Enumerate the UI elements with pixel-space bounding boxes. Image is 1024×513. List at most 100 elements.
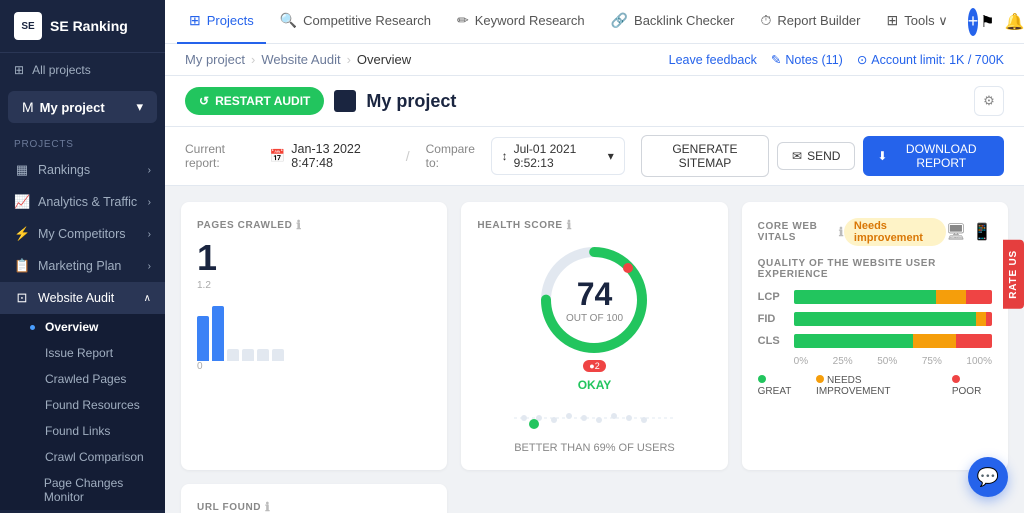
- cls-red: [956, 334, 992, 348]
- legend-poor: POOR: [952, 375, 992, 397]
- tab-projects[interactable]: ⊞ Projects: [177, 0, 266, 44]
- health-score-card: HEALTH SCORE ℹ 74: [461, 202, 727, 470]
- logo-area: SE SE Ranking: [0, 0, 165, 53]
- url-found-title: URL FOUND ℹ: [197, 500, 431, 513]
- rate-us-tab[interactable]: RATE US: [1003, 240, 1024, 309]
- fid-label: FID: [758, 313, 786, 325]
- sidebar-item-rankings[interactable]: ▦ Rankings ›: [0, 154, 165, 186]
- info-icon: ℹ: [567, 218, 572, 232]
- bar-2: [212, 306, 224, 361]
- bar-6: [272, 349, 284, 361]
- logo-icon: SE: [14, 12, 42, 40]
- page-header: ↺ RESTART AUDIT My project ⚙: [165, 76, 1024, 127]
- vitals-title-row: CORE WEB VITALS ℹ Needs improvement 🖥 📱: [758, 218, 992, 246]
- competitors-icon: ⚡: [14, 226, 30, 242]
- pages-crawled-value: 1: [197, 240, 431, 276]
- chat-icon: 💬: [977, 467, 999, 488]
- chat-fab-button[interactable]: 💬: [968, 457, 1008, 497]
- breadcrumb-audit[interactable]: Website Audit: [261, 52, 340, 67]
- rate-us-label[interactable]: RATE US: [1003, 240, 1024, 309]
- leave-feedback-link[interactable]: Leave feedback: [669, 53, 757, 67]
- tab-tools[interactable]: ⊞ Tools ∨: [875, 0, 960, 44]
- send-icon: ✉: [792, 149, 802, 163]
- page-title: My project: [366, 91, 456, 112]
- edit-icon: ✎: [771, 52, 781, 67]
- breadcrumb: My project › Website Audit › Overview: [185, 52, 411, 67]
- fid-bar: [794, 312, 992, 326]
- notes-link[interactable]: ✎ Notes (11): [771, 52, 843, 67]
- marketing-icon: 📋: [14, 258, 30, 274]
- report-bar: Current report: 📅 Jan-13 2022 8:47:48 / …: [165, 127, 1024, 186]
- sidebar-sub-found-links[interactable]: Found Links: [0, 418, 165, 444]
- project-selector[interactable]: M My project ▾: [8, 91, 157, 123]
- lcp-red: [966, 290, 992, 304]
- compare-date-select[interactable]: ↕ Jul-01 2021 9:52:13 ▾: [491, 137, 625, 175]
- calendar-icon: 📅: [270, 149, 286, 164]
- better-than-label: BETTER THAN 69% OF USERS: [514, 442, 675, 454]
- notifications-bell[interactable]: 🔔: [1005, 12, 1024, 32]
- sidebar-sub-overview[interactable]: Overview: [0, 314, 165, 340]
- analytics-icon: 📈: [14, 194, 30, 210]
- main-content: ⊞ Projects 🔍 Competitive Research ✏ Keyw…: [165, 0, 1024, 513]
- sidebar-sub-found-resources[interactable]: Found Resources: [0, 392, 165, 418]
- info-icon: ⊙: [857, 52, 867, 67]
- app-name: SE Ranking: [50, 18, 128, 34]
- settings-button[interactable]: ⚙: [974, 86, 1004, 116]
- great-dot: [758, 375, 766, 383]
- competitive-tab-icon: 🔍: [280, 12, 297, 29]
- add-tab-button[interactable]: +: [968, 8, 979, 36]
- sidebar-item-marketing[interactable]: 📋 Marketing Plan ›: [0, 250, 165, 282]
- cls-yellow: [913, 334, 957, 348]
- sidebar-sub-issue-report[interactable]: Issue Report: [0, 340, 165, 366]
- legend-great: GREAT: [758, 375, 802, 397]
- page-header-left: ↺ RESTART AUDIT My project: [185, 87, 456, 115]
- topnav-right-area: ⚑ 🔔 $49,955 AT: [980, 8, 1024, 36]
- tab-report[interactable]: ⏱ Report Builder: [748, 0, 872, 44]
- lcp-bar-row: LCP: [758, 290, 992, 304]
- needs-improvement-dot: [816, 375, 824, 383]
- active-dot: [30, 325, 35, 330]
- donut-center-text: 74 OUT OF 100: [566, 276, 623, 324]
- url-found-card: URL FOUND ℹ 1,170 +64 1600: [181, 484, 447, 513]
- pages-crawled-card: PAGES CRAWLED ℹ 1 1.2 0: [181, 202, 447, 470]
- cls-bar-row: CLS: [758, 334, 992, 348]
- audit-submenu: Overview Issue Report Crawled Pages Foun…: [0, 314, 165, 510]
- restart-audit-button[interactable]: ↺ RESTART AUDIT: [185, 87, 324, 115]
- compare-date-icon: ↕: [502, 149, 508, 163]
- dot-count-area: ●2: [583, 360, 605, 372]
- sidebar-sub-crawled-pages[interactable]: Crawled Pages: [0, 366, 165, 392]
- info-icon: ℹ: [265, 500, 270, 513]
- generate-sitemap-button[interactable]: GENERATE SITEMAP: [641, 135, 769, 177]
- flag-icon[interactable]: ⚑: [980, 12, 994, 32]
- lcp-green: [794, 290, 937, 304]
- legend-needs-improvement: NEEDS IMPROVEMENT: [816, 375, 938, 397]
- grid-icon: ⊞: [14, 63, 24, 77]
- sidebar-sub-crawl-comparison[interactable]: Crawl Comparison: [0, 444, 165, 470]
- mobile-icon[interactable]: 📱: [972, 222, 992, 242]
- top-navigation: ⊞ Projects 🔍 Competitive Research ✏ Keyw…: [165, 0, 1024, 44]
- current-report-date: 📅 Jan-13 2022 8:47:48: [270, 142, 390, 170]
- desktop-icon[interactable]: 🖥: [946, 222, 966, 242]
- poor-dot: [952, 375, 960, 383]
- all-projects-link[interactable]: ⊞ All projects: [0, 53, 165, 87]
- lcp-bar: [794, 290, 992, 304]
- tab-keyword[interactable]: ✏ Keyword Research: [445, 0, 597, 44]
- x-axis-labels: 0% 25% 50% 75% 100%: [758, 356, 992, 367]
- send-button[interactable]: ✉ SEND: [777, 142, 855, 170]
- sidebar-item-competitors[interactable]: ⚡ My Competitors ›: [0, 218, 165, 250]
- sidebar-item-analytics[interactable]: 📈 Analytics & Traffic ›: [0, 186, 165, 218]
- device-icons: 🖥 📱: [946, 222, 992, 242]
- sidebar-sub-page-changes[interactable]: Page Changes Monitor: [0, 470, 165, 510]
- breadcrumb-project[interactable]: My project: [185, 52, 245, 67]
- sidebar-item-website-audit[interactable]: ⊡ Website Audit ∧: [0, 282, 165, 314]
- info-icon: ℹ: [296, 218, 301, 232]
- tab-competitive[interactable]: 🔍 Competitive Research: [268, 0, 443, 44]
- needs-improvement-badge: Needs improvement: [844, 218, 946, 246]
- breadcrumb-current: Overview: [357, 52, 411, 67]
- tools-tab-icon: ⊞: [887, 12, 899, 29]
- report-actions: GENERATE SITEMAP ✉ SEND ⬇ DOWNLOAD REPOR…: [641, 135, 1004, 177]
- breadcrumb-sep: ›: [251, 52, 255, 67]
- download-report-button[interactable]: ⬇ DOWNLOAD REPORT: [863, 136, 1004, 176]
- tab-backlink[interactable]: 🔗 Backlink Checker: [599, 0, 747, 44]
- pages-crawled-chart: [197, 301, 431, 361]
